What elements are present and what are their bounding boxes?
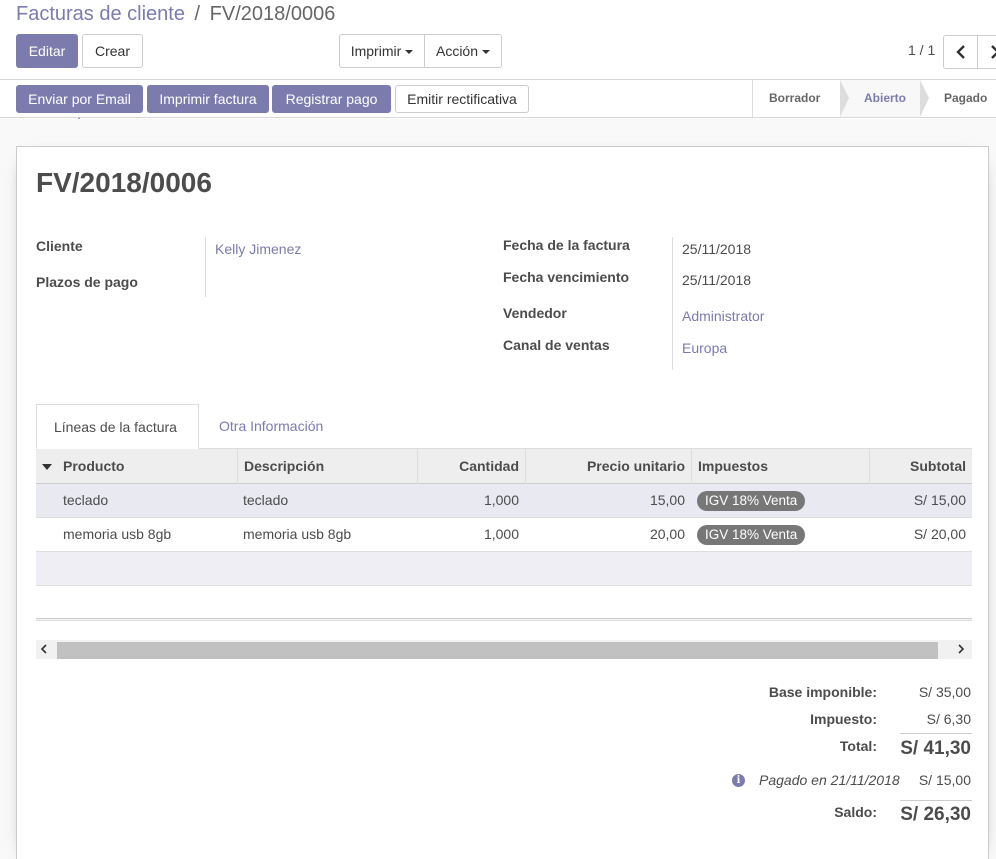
caret-down-icon[interactable] xyxy=(42,464,52,470)
tax-badge: IGV 18% Venta xyxy=(697,491,806,511)
print-dropdown-button[interactable]: Imprimir xyxy=(339,34,425,68)
invoice-lines-table: Producto Descripción Cantidad Precio uni… xyxy=(36,448,972,586)
send-email-button[interactable]: Enviar por Email xyxy=(16,85,143,113)
table-footer xyxy=(36,618,972,621)
statusbar: Enviar por Email Imprimir factura Regist… xyxy=(0,80,996,118)
cell-product[interactable]: teclado xyxy=(57,484,114,518)
cell-taxes[interactable]: IGV 18% Venta xyxy=(691,484,811,518)
horizontal-scrollbar[interactable] xyxy=(36,640,972,659)
chevron-right-icon xyxy=(991,45,996,59)
base-amount-label: Base imponible: xyxy=(768,684,877,700)
invoice-date-field[interactable]: 25/11/2018 xyxy=(682,241,751,257)
breadcrumb-current: FV/2018/0006 xyxy=(209,3,336,25)
pager-value[interactable]: 1 / 1 xyxy=(908,42,935,58)
stage-label: Abierto xyxy=(864,91,906,105)
stage-paid[interactable]: Pagado xyxy=(920,80,996,117)
create-button[interactable]: Crear xyxy=(82,34,143,68)
sales-channel-label: Canal de ventas xyxy=(503,337,610,353)
cell-product[interactable]: memoria usb 8gb xyxy=(57,518,177,552)
sales-channel-field[interactable]: Europa xyxy=(682,340,727,356)
status-stages: Borrador Abierto Pagado xyxy=(752,80,996,117)
totals-divider xyxy=(900,733,972,734)
base-amount-value: S/ 35,00 xyxy=(918,684,971,700)
total-label: Total: xyxy=(839,738,877,754)
chevron-left-icon xyxy=(956,45,965,59)
table-row[interactable]: teclado teclado 1,000 15,00 IGV 18% Vent… xyxy=(36,484,972,518)
payment-note: Pagado en 21/11/2018 xyxy=(759,772,900,788)
action-dropdown-label: Acción xyxy=(435,43,479,59)
add-line-row[interactable] xyxy=(36,552,972,586)
balance-value: S/ 26,30 xyxy=(900,804,971,825)
salesperson-label: Vendedor xyxy=(503,305,567,321)
table-row[interactable]: memoria usb 8gb memoria usb 8gb 1,000 20… xyxy=(36,518,972,552)
caret-down-icon xyxy=(482,50,491,55)
cell-subtotal[interactable]: S/ 15,00 xyxy=(869,484,972,518)
info-icon[interactable]: i xyxy=(732,774,745,787)
tax-amount-label: Impuesto: xyxy=(810,711,877,727)
caret-down-icon xyxy=(405,50,414,55)
breadcrumb: Facturas de cliente / FV/2018/0006 xyxy=(16,3,335,26)
tax-amount-value: S/ 6,30 xyxy=(926,711,971,727)
scroll-right-icon[interactable] xyxy=(957,644,965,654)
invoice-date-label: Fecha de la factura xyxy=(503,237,630,253)
print-dropdown-label: Imprimir xyxy=(350,43,402,59)
table-header: Producto Descripción Cantidad Precio uni… xyxy=(36,448,972,484)
column-header-product[interactable]: Producto xyxy=(57,449,237,484)
invoice-number-title: FV/2018/0006 xyxy=(36,167,212,198)
stage-label: Borrador xyxy=(769,91,821,105)
field-separator xyxy=(672,237,673,370)
cell-description[interactable]: teclado xyxy=(237,484,294,518)
cell-unit-price[interactable]: 20,00 xyxy=(525,518,691,552)
print-invoice-button[interactable]: Imprimir factura xyxy=(147,85,269,113)
cell-description[interactable]: memoria usb 8gb xyxy=(237,518,357,552)
stage-draft[interactable]: Borrador xyxy=(752,80,849,117)
salesperson-field[interactable]: Administrator xyxy=(682,308,764,324)
tab-invoice-lines[interactable]: Líneas de la factura xyxy=(36,404,199,449)
customer-label: Cliente xyxy=(36,238,83,254)
cell-unit-price[interactable]: 15,00 xyxy=(525,484,691,518)
stage-label: Pagado xyxy=(944,91,988,105)
stage-open[interactable]: Abierto xyxy=(840,80,929,117)
column-header-subtotal[interactable]: Subtotal xyxy=(869,449,972,484)
edit-button[interactable]: Editar xyxy=(16,34,78,68)
payment-terms-label: Plazos de pago xyxy=(36,274,138,290)
due-date-label: Fecha vencimiento xyxy=(503,269,630,285)
action-dropdown-button[interactable]: Acción xyxy=(424,34,502,68)
payment-amount: S/ 15,00 xyxy=(918,772,971,788)
control-panel: Facturas de cliente / FV/2018/0006 Edita… xyxy=(0,0,996,80)
cell-quantity[interactable]: 1,000 xyxy=(417,484,525,518)
column-header-taxes[interactable]: Impuestos xyxy=(691,449,869,484)
cell-quantity[interactable]: 1,000 xyxy=(417,518,525,552)
tax-badge: IGV 18% Venta xyxy=(697,525,806,545)
total-value: S/ 41,30 xyxy=(900,738,971,759)
balance-label: Saldo: xyxy=(834,804,877,820)
totals-divider xyxy=(900,800,972,801)
breadcrumb-parent-link[interactable]: Facturas de cliente xyxy=(16,3,185,25)
due-date-field[interactable]: 25/11/2018 xyxy=(682,272,751,288)
column-header-unit-price[interactable]: Precio unitario xyxy=(525,449,691,484)
breadcrumb-separator: / xyxy=(194,3,201,25)
column-header-quantity[interactable]: Cantidad xyxy=(417,449,525,484)
pager-previous-button[interactable] xyxy=(943,35,978,69)
credit-note-button[interactable]: Emitir rectificativa xyxy=(395,85,529,113)
tab-other-info[interactable]: Otra Información xyxy=(202,404,340,449)
pager-next-button[interactable] xyxy=(977,35,996,69)
scrollbar-thumb[interactable] xyxy=(57,642,938,659)
field-separator xyxy=(205,237,206,297)
customer-field[interactable]: Kelly Jimenez xyxy=(215,241,301,257)
invoice-sheet: FV/2018/0006 Cliente Kelly Jimenez Plazo… xyxy=(16,146,989,859)
scroll-left-icon[interactable] xyxy=(40,644,48,654)
cell-subtotal[interactable]: S/ 20,00 xyxy=(869,518,972,552)
register-payment-button[interactable]: Registrar pago xyxy=(272,85,391,113)
column-header-description[interactable]: Descripción xyxy=(237,449,417,484)
cell-taxes[interactable]: IGV 18% Venta xyxy=(691,518,811,552)
